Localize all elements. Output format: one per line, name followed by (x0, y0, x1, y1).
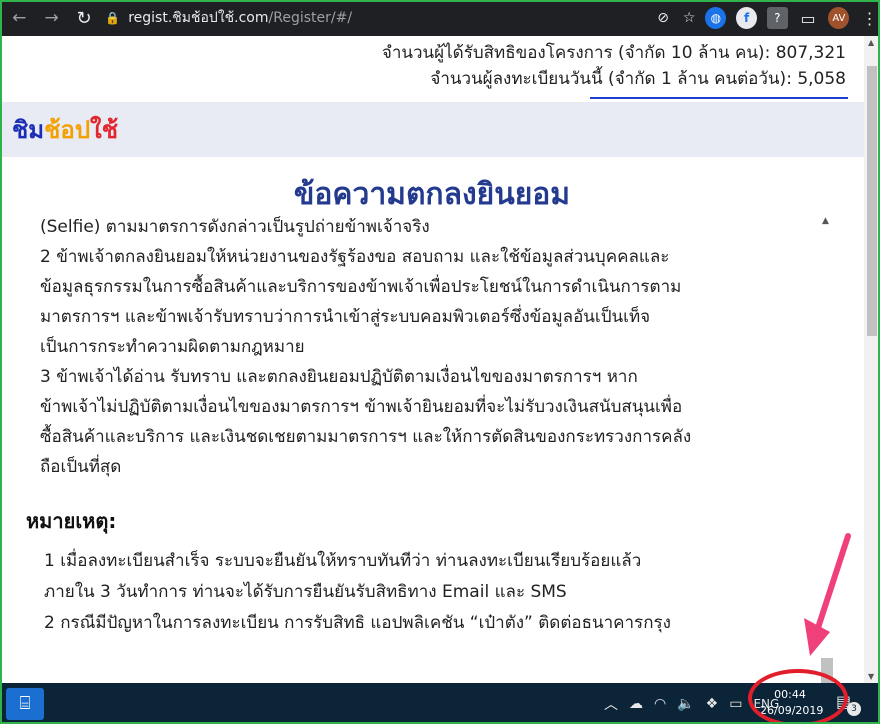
agreement-line: (Selfie) ตามมาตรการดังกล่าวเป็นรูปถ่ายข้… (40, 217, 430, 237)
stat-underline (590, 97, 848, 99)
profile-avatar[interactable]: AV (828, 7, 850, 29)
wifi-icon[interactable]: ◠ (654, 696, 666, 712)
tray-expand-icon[interactable]: ︿ (604, 694, 618, 714)
agreement-line: ข้อมูลธุรกรรมในการซื้อสินค้าและบริการของ… (40, 277, 682, 297)
page-scroll-down-icon[interactable]: ▼ (868, 672, 874, 681)
agreement-line: 2 ข้าพเจ้าตกลงยินยอมให้หน่วยงานของรัฐร้อ… (40, 247, 670, 267)
notes-section: 1 เมื่อลงทะเบียนสำเร็จ ระบบจะยืนยันให้ทร… (44, 546, 824, 639)
scroll-up-arrow-icon[interactable]: ▲ (822, 216, 829, 226)
bookmark-star-icon[interactable]: ☆ (683, 10, 696, 26)
dropbox-icon[interactable]: ❖ (706, 696, 719, 712)
taskbar-app-icon[interactable]: ⌸ (6, 687, 44, 720)
notification-count-badge: 3 (847, 702, 861, 716)
globe-extension-icon[interactable]: ◍ (705, 7, 727, 29)
page-scrollbar[interactable]: ▲ ▼ (864, 36, 880, 683)
lock-icon: 🔒 (105, 11, 121, 25)
highlight-circle (748, 669, 848, 724)
note-line: ภายใน 3 วันทำการ ท่านจะได้รับการยืนยันรั… (44, 582, 567, 602)
safely-remove-icon[interactable]: ▭ (729, 696, 742, 712)
registration-stats: จำนวนผู้ได้รับสิทธิของโครงการ (จำกัด 10 … (0, 36, 864, 102)
note-line: 2 กรณีมีปัญหาในการลงทะเบียน การรับสิทธิ … (44, 613, 671, 633)
highlight-arrow (804, 533, 851, 656)
registered-total: จำนวนผู้ได้รับสิทธิของโครงการ (จำกัด 10 … (381, 43, 846, 63)
cast-icon[interactable]: ▭ (798, 7, 819, 29)
note-line: 1 เมื่อลงทะเบียนสำเร็จ ระบบจะยืนยันให้ทร… (44, 551, 642, 571)
browser-toolbar: ← → ↻ 🔒 regist.ชิมช้อปใช้.com/Register/#… (0, 0, 880, 36)
kebab-menu-icon[interactable]: ⋮ (859, 7, 880, 29)
agreement-line: มาตรการฯ และข้าพเจ้ารับทราบว่าการนำเข้าส… (40, 307, 651, 327)
forward-arrow-icon[interactable]: → (38, 4, 64, 32)
brand-logo-part-1: ชิม (12, 116, 45, 144)
agreement-line: เป็นการกระทำความผิดตามกฎหมาย (40, 337, 305, 357)
address-bar-actions: ⊘ ☆ (657, 10, 695, 26)
page-scrollbar-thumb[interactable] (867, 66, 877, 336)
notes-heading: หมายเหตุ: (26, 509, 117, 533)
url-text: regist.ชิมช้อปใช้.com/Register/#/ (128, 10, 353, 26)
registered-today: จำนวนผู้ลงทะเบียนวันนี้ (จำกัด 1 ล้าน คน… (430, 69, 846, 89)
reload-icon[interactable]: ↻ (71, 4, 97, 32)
facebook-extension-icon[interactable]: f (736, 7, 757, 29)
brand-logo-part-3: ใช้ (90, 116, 119, 144)
volume-icon[interactable]: 🔈 (677, 696, 694, 712)
brand-logo-part-2: ช้อป (44, 116, 91, 144)
help-extension-icon[interactable]: ? (766, 7, 788, 29)
agreement-text-box[interactable]: (Selfie) ตามมาตรการดังกล่าวเป็นรูปถ่ายข้… (40, 212, 820, 498)
page-scroll-up-icon[interactable]: ▲ (868, 38, 874, 47)
back-arrow-icon[interactable]: ← (6, 4, 32, 32)
brand-banner: ชิม ช้อป ใช้ (0, 102, 864, 157)
onedrive-cloud-icon[interactable]: ☁ (629, 696, 643, 712)
agreement-line: ซื้อสินค้าและบริการ และเงินชดเชยตามมาตรก… (40, 427, 692, 447)
address-bar[interactable]: 🔒 regist.ชิมช้อปใช้.com/Register/#/ (105, 4, 657, 32)
agreement-line: ถือเป็นที่สุด (40, 457, 122, 477)
agreement-line: 3 ข้าพเจ้าได้อ่าน รับทราบ และตกลงยินยอมป… (40, 367, 638, 387)
camera-blocked-icon[interactable]: ⊘ (657, 10, 669, 26)
agreement-line: ข้าพเจ้าไม่ปฏิบัติตามเงื่อนไขของมาตรการฯ… (40, 397, 683, 417)
